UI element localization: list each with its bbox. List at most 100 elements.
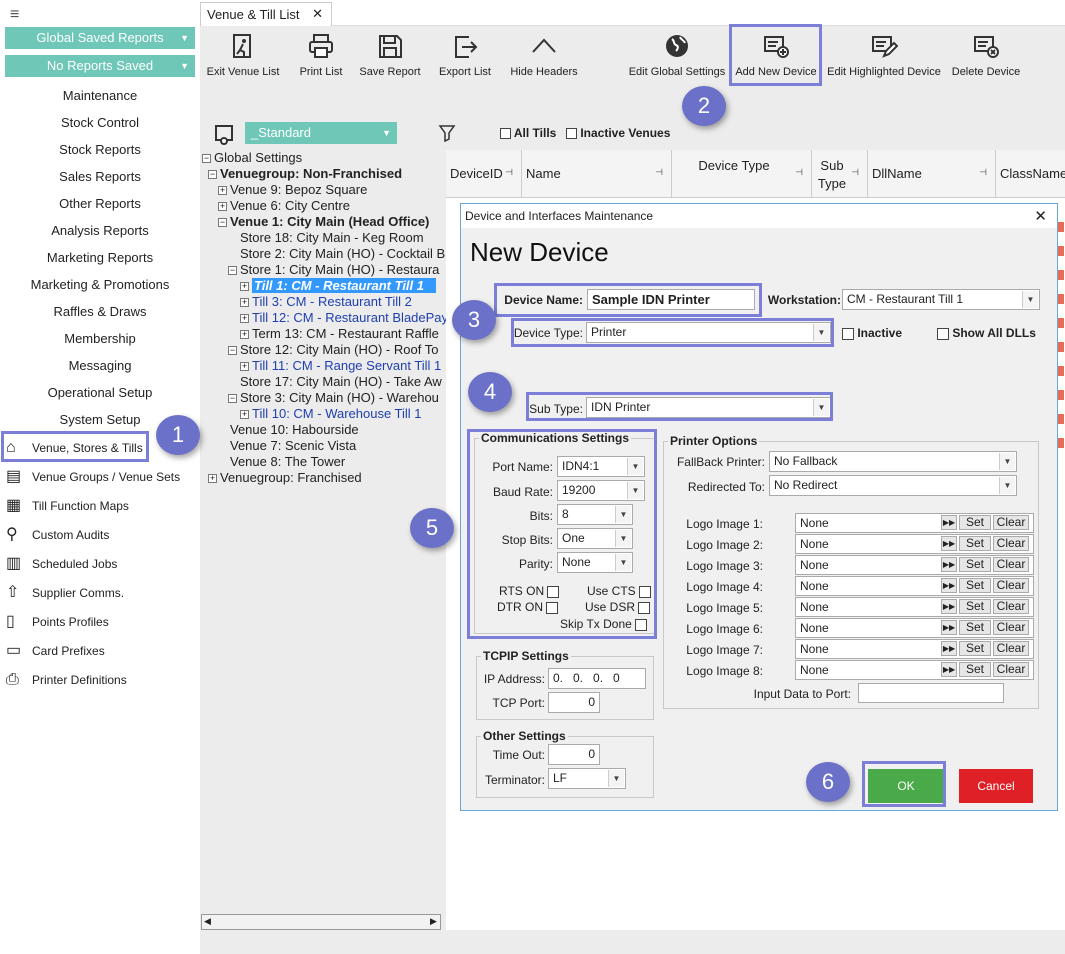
close-icon[interactable]: ✕ [1034,207,1047,225]
expand-icon[interactable]: + [240,298,249,308]
input-data-to-port-input[interactable] [858,683,1004,703]
logo-set-button[interactable]: Set [959,515,991,530]
show-all-dlls-checkbox[interactable] [937,327,949,340]
tree-node[interactable]: − Global Settings [202,150,302,166]
expand-icon[interactable]: + [240,330,249,340]
nav-section-maintenance[interactable]: Maintenance [0,88,200,103]
tree-node[interactable]: Store 2: City Main (HO) - Cocktail B [240,246,445,262]
browse-icon[interactable]: ▶▶ [941,515,957,530]
tree-node[interactable]: − Store 12: City Main (HO) - Roof To [228,342,438,358]
global-saved-reports-button[interactable]: Global Saved Reports ▼ [5,27,195,49]
logo-set-button[interactable]: Set [959,620,991,635]
edit-highlighted-device-button[interactable]: Edit Highlighted Device [824,32,944,78]
pin-icon[interactable]: ⊣ [851,167,859,178]
nav-item-scheduled-jobs[interactable]: ▥ Scheduled Jobs [4,553,204,575]
collapse-icon[interactable]: − [202,154,211,164]
all-tills-checkbox[interactable] [500,128,511,140]
tree-node[interactable]: + Till 12: CM - Restaurant BladePay [240,310,446,326]
show-all-dlls-option[interactable]: Show All DLLs [937,326,1036,340]
column-header[interactable]: DeviceID ⊣ [446,150,522,198]
logo-clear-button[interactable]: Clear [993,557,1029,572]
tree-node[interactable]: Venue 10: Habourside [230,422,359,438]
tree-node[interactable]: Venue 7: Scenic Vista [230,438,356,454]
inactive-option[interactable]: Inactive [842,326,902,340]
tree-node[interactable]: + Venuegroup: Franchised [208,470,362,486]
scroll-left-icon[interactable]: ◀ [204,916,211,927]
expand-icon[interactable]: + [218,186,227,196]
tree-node[interactable]: Store 17: City Main (HO) - Take Aw [240,374,442,390]
redirected-to-select[interactable]: No Redirect ▼ [769,475,1017,496]
tree-node[interactable]: − Store 3: City Main (HO) - Warehou [228,390,439,406]
logo-image-field[interactable]: None ▶▶ Set Clear [795,618,1034,638]
browse-icon[interactable]: ▶▶ [941,620,957,635]
inactive-venues-option[interactable]: Inactive Venues [566,126,670,140]
nav-item-till-function-maps[interactable]: ▦ Till Function Maps [4,495,204,517]
tree-node[interactable]: + Till 11: CM - Range Servant Till 1 [240,358,441,374]
filter-icon[interactable] [438,124,456,142]
tree-node[interactable]: − Venuegroup: Non-Franchised [208,166,402,182]
no-reports-saved-button[interactable]: No Reports Saved ▼ [5,55,195,77]
logo-clear-button[interactable]: Clear [993,536,1029,551]
workstation-select[interactable]: CM - Restaurant Till 1 ▼ [842,289,1040,310]
tab-venue-till-list[interactable]: Venue & Till List ✕ [200,2,332,26]
tree-node[interactable]: − Venue 1: City Main (Head Office) [218,214,429,230]
expand-icon[interactable]: + [240,282,249,292]
inactive-venues-checkbox[interactable] [566,128,577,140]
nav-item-card-prefixes[interactable]: ▭ Card Prefixes [4,640,204,662]
column-header[interactable]: Sub Type ⊣ [812,150,868,198]
expand-icon[interactable]: + [240,362,249,372]
export-list-button[interactable]: Export List [436,32,494,78]
terminator-select[interactable]: LF ▼ [548,768,626,789]
tree-node[interactable]: − Store 1: City Main (HO) - Restaura [228,262,439,278]
tcp-port-input[interactable]: 0 [548,692,600,713]
inactive-checkbox[interactable] [842,327,854,340]
pin-icon[interactable]: ⊣ [795,167,803,178]
print-list-button[interactable]: Print List [294,32,348,78]
close-icon[interactable]: ✕ [312,6,323,22]
hamburger-icon[interactable]: ≡ [10,6,19,24]
nav-section-stock-control[interactable]: Stock Control [0,115,200,130]
column-header[interactable]: ClassName [996,150,1065,198]
expand-icon[interactable]: + [218,202,227,212]
expand-icon[interactable]: + [240,314,249,324]
pin-icon[interactable]: ⊣ [505,167,513,178]
collapse-icon[interactable]: − [228,266,237,276]
browse-icon[interactable]: ▶▶ [941,557,957,572]
nav-item-printer-definitions[interactable]: ⎙ Printer Definitions [4,669,204,691]
nav-section-sales-reports[interactable]: Sales Reports [0,169,200,184]
logo-set-button[interactable]: Set [959,662,991,677]
logo-image-field[interactable]: None ▶▶ Set Clear [795,576,1034,596]
browse-icon[interactable]: ▶▶ [941,662,957,677]
tree-node[interactable]: + Till 1: CM - Restaurant Till 1 [240,278,436,294]
nav-section-stock-reports[interactable]: Stock Reports [0,142,200,157]
logo-set-button[interactable]: Set [959,536,991,551]
column-header[interactable]: Name ⊣ [522,150,672,198]
expand-icon[interactable]: + [208,474,217,484]
logo-image-field[interactable]: None ▶▶ Set Clear [795,534,1034,554]
tree-node[interactable]: Store 18: City Main - Keg Room [240,230,424,246]
expand-icon[interactable]: + [240,410,249,420]
delete-device-button[interactable]: Delete Device [948,32,1024,78]
nav-item-venue-groups-venue-sets[interactable]: ▤ Venue Groups / Venue Sets [4,466,204,488]
edit-global-settings-button[interactable]: Edit Global Settings [626,32,728,78]
logo-set-button[interactable]: Set [959,641,991,656]
save-report-button[interactable]: Save Report [358,32,422,78]
nav-item-points-profiles[interactable]: ▯ Points Profiles [4,611,204,633]
view-selector[interactable]: _Standard ▼ [245,122,397,144]
nav-section-analysis-reports[interactable]: Analysis Reports [0,223,200,238]
ip-address-input[interactable]: 0. 0. 0. 0 [548,668,646,689]
logo-clear-button[interactable]: Clear [993,641,1029,656]
column-header[interactable]: Device Type ⊣ [672,150,812,198]
nav-item-custom-audits[interactable]: ⚲ Custom Audits [4,524,204,546]
tree-node[interactable]: + Term 13: CM - Restaurant Raffle [240,326,439,342]
tree-node[interactable]: + Venue 6: City Centre [218,198,350,214]
logo-set-button[interactable]: Set [959,578,991,593]
tree-node[interactable]: + Till 3: CM - Restaurant Till 2 [240,294,412,310]
nav-section-operational-setup[interactable]: Operational Setup [0,385,200,400]
logo-clear-button[interactable]: Clear [993,662,1029,677]
view-icon[interactable] [214,124,236,146]
tree-horizontal-scrollbar[interactable]: ◀ ▶ [201,914,441,930]
all-tills-option[interactable]: All Tills [500,126,556,140]
logo-image-field[interactable]: None ▶▶ Set Clear [795,639,1034,659]
logo-clear-button[interactable]: Clear [993,578,1029,593]
